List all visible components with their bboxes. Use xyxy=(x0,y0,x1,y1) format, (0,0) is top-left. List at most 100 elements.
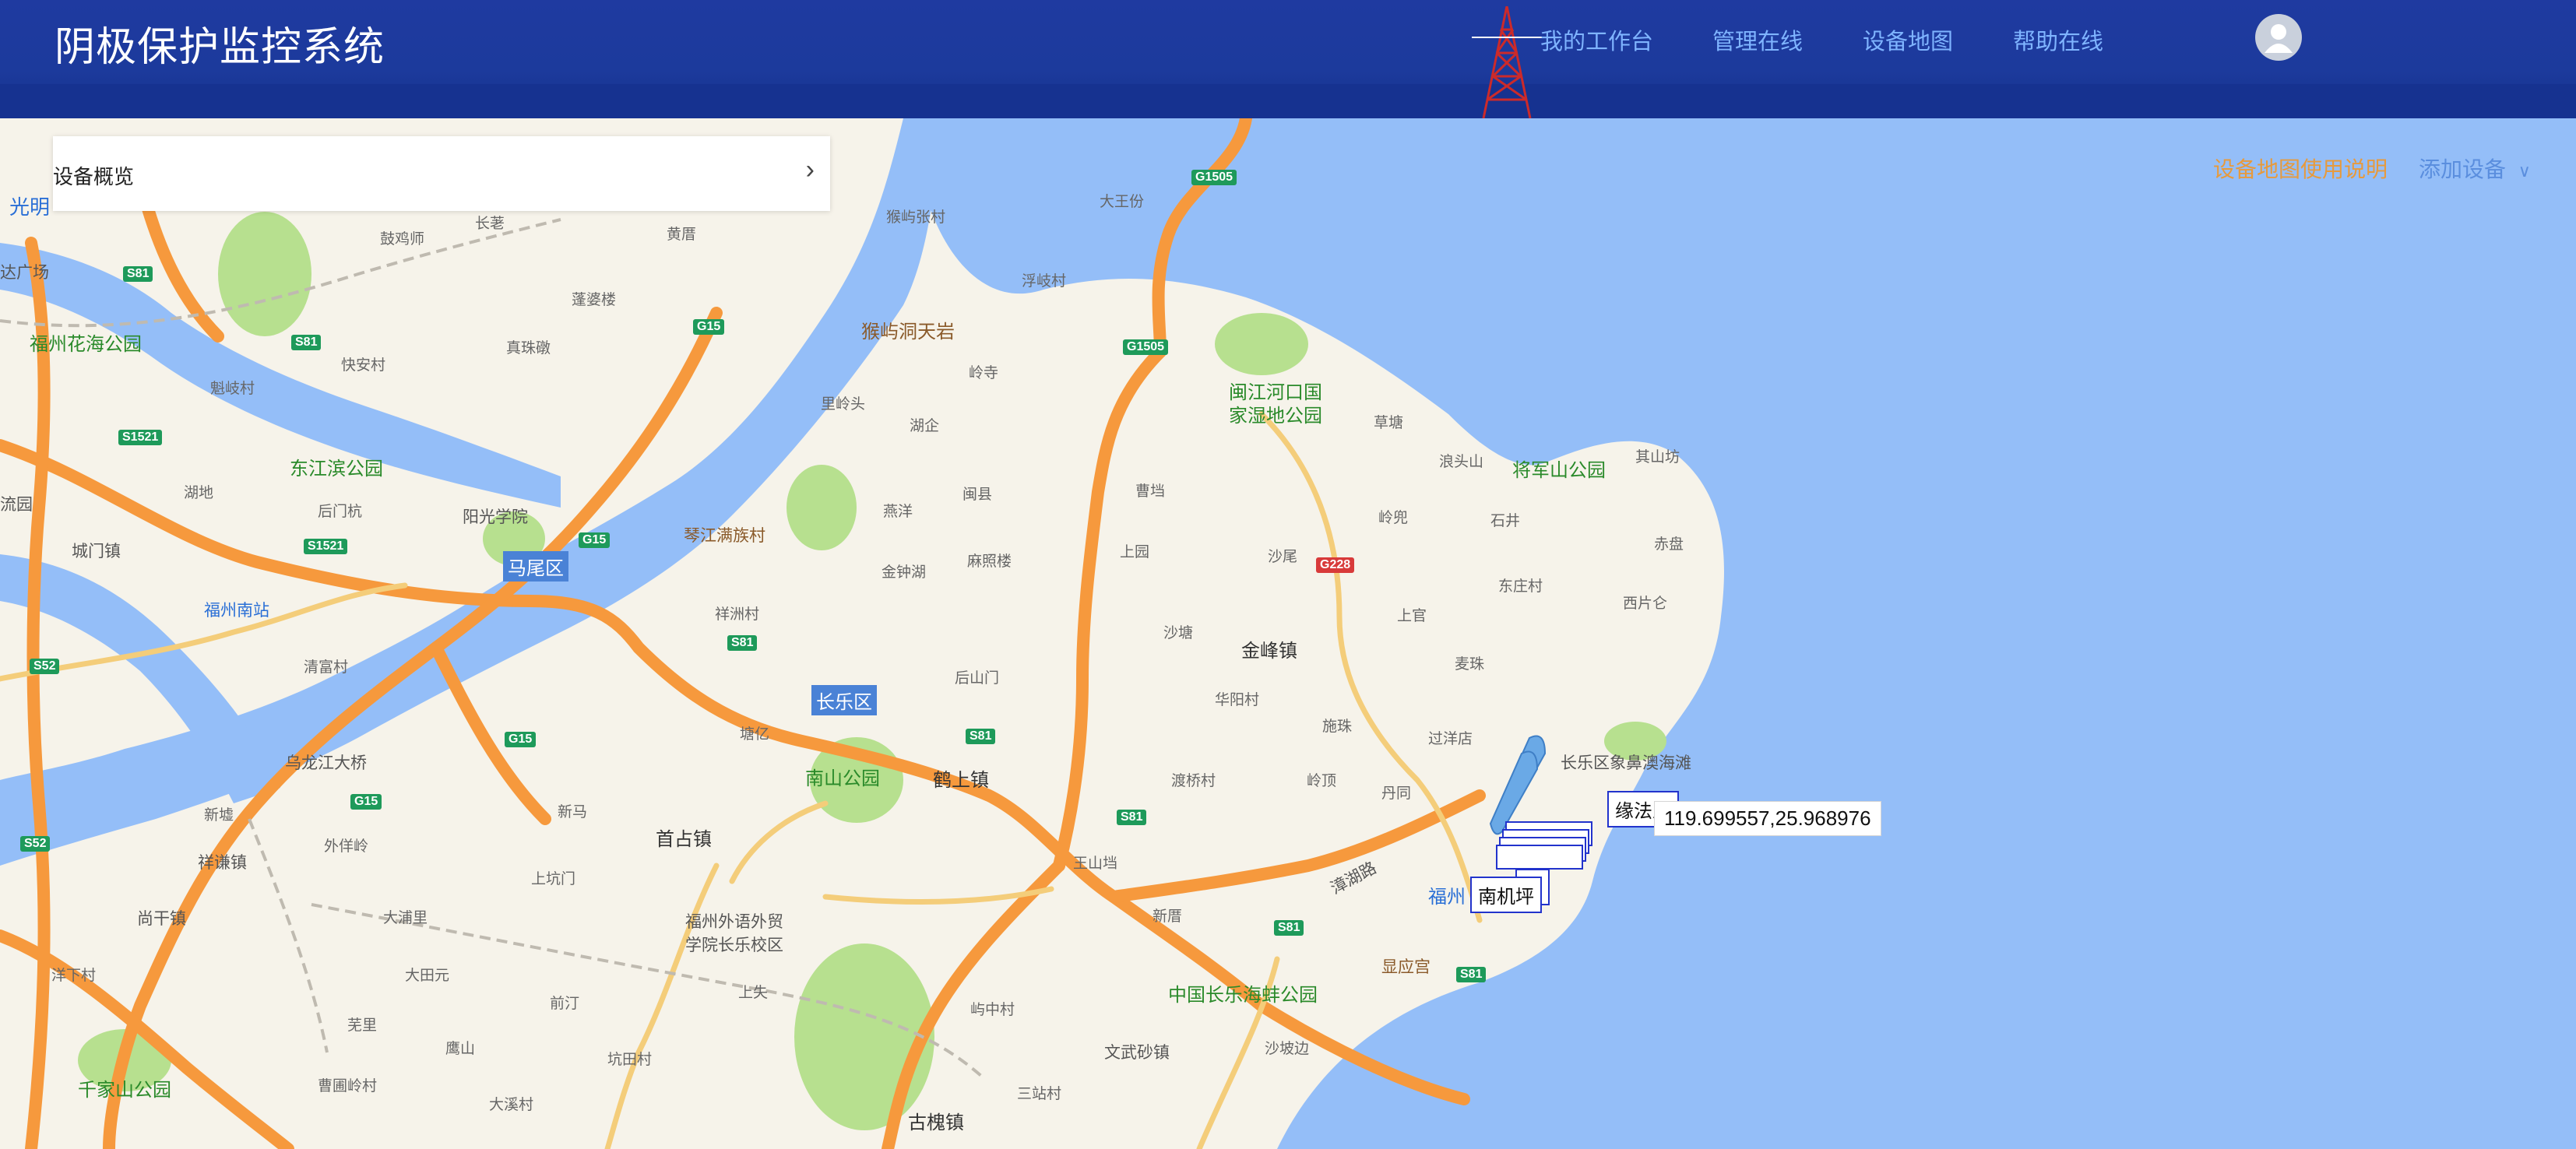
label-houyudong: 猴屿洞天岩 xyxy=(861,322,955,343)
label-shangqiao: 上失 xyxy=(738,985,769,1001)
chevron-down-icon: ∨ xyxy=(2518,161,2531,181)
label-yanzan: 燕洋 xyxy=(883,504,913,520)
label-guoyang: 过洋店 xyxy=(1428,731,1473,747)
label-caotang: 草塘 xyxy=(1374,415,1404,431)
road-badge-s1521: S1521 xyxy=(304,539,348,554)
nav-my-workspace[interactable]: 我的工作台 xyxy=(1540,23,1653,56)
label-shangguan: 上官 xyxy=(1397,608,1427,624)
label-yangguang: 阳光学院 xyxy=(463,508,528,526)
district-changle: 长乐区 xyxy=(811,685,877,715)
label-dongzhuang: 东庄村 xyxy=(1498,578,1543,595)
label-shatang: 沙塘 xyxy=(1163,625,1194,641)
road-badge-g15-north: G15 xyxy=(693,319,725,335)
app-header: 阴极保护监控系统 我的工作台 管理在线 设备地图 帮助在线 xyxy=(0,0,2576,118)
road-badge-g1505: G1505 xyxy=(1123,339,1169,355)
coordinate-readout: 119.699557,25.968976 xyxy=(1654,801,1881,836)
label-yingshan: 鹰山 xyxy=(445,1041,476,1057)
nav-help-online[interactable]: 帮助在线 xyxy=(2013,23,2103,56)
label-jinzhong: 金钟湖 xyxy=(882,564,927,581)
label-kengtian: 坑田村 xyxy=(607,1052,653,1068)
label-fuzhou-partial: 福州 xyxy=(1428,887,1466,908)
label-guangming: 光明 xyxy=(9,195,51,219)
label-wangshan: 王山垱 xyxy=(1073,856,1118,872)
label-xinqu: 新墟 xyxy=(204,807,234,824)
label-yangxiacun: 洋下村 xyxy=(51,968,97,984)
device-overview-label: 设备概览 xyxy=(53,165,135,188)
device-label-nanjiping[interactable]: 南机坪 xyxy=(1470,877,1542,913)
map-usage-guide-link[interactable]: 设备地图使用说明 xyxy=(2213,153,2388,184)
label-qianqian-park: 千家山公园 xyxy=(78,1080,171,1101)
label-dapu: 大浦里 xyxy=(383,910,428,926)
device-overview-panel[interactable]: 设备概览 › xyxy=(53,136,830,211)
add-device-dropdown[interactable]: 添加设备 ∨ xyxy=(2419,153,2531,184)
nav-management-online[interactable]: 管理在线 xyxy=(1712,23,1803,56)
header-band xyxy=(0,84,2576,118)
road-badge-g1505-north: G1505 xyxy=(1191,170,1237,185)
road-badge-s81-end: S81 xyxy=(1456,967,1487,982)
label-wenwu: 文武砂镇 xyxy=(1104,1044,1170,1062)
road-badge-g228: G228 xyxy=(1316,557,1355,573)
road-badge-s52-s: S52 xyxy=(20,836,51,852)
label-changle-beach-park: 中国长乐海蚌公园 xyxy=(1168,985,1318,1006)
label-dawang: 大王份 xyxy=(1100,194,1145,210)
label-minjiang-wetland: 闽江河口国 家湿地公园 xyxy=(1229,382,1322,427)
label-houshan: 后山门 xyxy=(955,670,1000,687)
map-pin-cluster-icon[interactable] xyxy=(1475,722,1607,878)
label-xiangqian: 祥谦镇 xyxy=(198,854,247,872)
label-lingding: 岭顶 xyxy=(1307,773,1337,789)
label-qingfu: 清富村 xyxy=(304,659,349,676)
label-lingdou: 岭兜 xyxy=(1378,510,1409,526)
add-device-label: 添加设备 xyxy=(2419,157,2507,181)
label-caodang: 曹垱 xyxy=(1135,483,1166,500)
device-map[interactable]: G1505 G1505 G15 G15 G15 G15 S81 S81 S81 … xyxy=(0,118,2576,1149)
label-xinma: 新马 xyxy=(558,804,588,820)
label-caotou: 曹圃岭村 xyxy=(318,1078,378,1095)
label-sanzhan: 三站村 xyxy=(1017,1086,1062,1102)
label-langtou: 浪头山 xyxy=(1439,454,1484,470)
label-dongjiang-park: 东江滨公园 xyxy=(290,459,383,480)
road-badge-s81-coast: S81 xyxy=(1274,920,1304,936)
label-qinjiang: 琴江满族村 xyxy=(684,527,765,545)
label-dafang: 达广场 xyxy=(0,264,49,282)
label-huzhi: 湖地 xyxy=(184,485,214,501)
nav-device-map[interactable]: 设备地图 xyxy=(1863,23,1953,56)
label-houyu: 猴屿张村 xyxy=(886,209,946,226)
label-qianting: 前汀 xyxy=(550,996,580,1012)
label-huqi: 湖企 xyxy=(910,418,940,434)
label-huangcuo: 黄厝 xyxy=(667,227,697,243)
label-guhuai: 古槐镇 xyxy=(908,1112,964,1133)
label-datianyuan: 大田元 xyxy=(405,968,450,984)
label-kuaian: 快安村 xyxy=(341,357,386,374)
label-lingsi: 岭寺 xyxy=(969,365,999,381)
road-badge-s81-east: S81 xyxy=(966,729,996,744)
label-fuqi: 浮岐村 xyxy=(1022,273,1067,290)
label-huayang: 华阳村 xyxy=(1215,692,1260,708)
label-huzhong: 屿中村 xyxy=(970,1002,1015,1018)
label-chipan: 赤盘 xyxy=(1654,536,1684,553)
user-avatar-icon[interactable] xyxy=(2255,14,2302,61)
label-gushanqian: 鼓鸡师 xyxy=(380,231,425,248)
label-nanshan-park: 南山公园 xyxy=(805,768,880,789)
label-shougu: 首占镇 xyxy=(656,829,712,850)
label-kuiqi: 魁岐村 xyxy=(210,381,255,397)
road-badge-g15-mid: G15 xyxy=(579,532,611,548)
label-jiangjun-park: 将军山公园 xyxy=(1512,460,1606,481)
label-shangkeng: 上坑门 xyxy=(531,871,576,887)
label-mazhao: 麻照楼 xyxy=(967,553,1012,570)
label-shangqian: 尚干镇 xyxy=(137,910,186,928)
label-chengmen: 城门镇 xyxy=(72,543,121,560)
chevron-right-icon[interactable]: › xyxy=(806,155,815,185)
road-badge-s81-se: S81 xyxy=(1117,810,1147,825)
road-badge-g15-west: G15 xyxy=(350,794,382,810)
label-duqiao: 渡桥村 xyxy=(1171,773,1216,789)
label-changzhu: 长荖 xyxy=(475,216,505,232)
label-daxi: 大溪村 xyxy=(489,1097,534,1113)
label-waiwen: 外佯岭 xyxy=(324,838,369,855)
label-pengpo: 蓬婆楼 xyxy=(572,292,617,308)
label-jinfeng: 金峰镇 xyxy=(1241,641,1297,662)
app-title: 阴极保护监控系统 xyxy=(55,24,385,71)
label-shawei: 沙尾 xyxy=(1268,549,1298,565)
road-badge-s1521-w: S1521 xyxy=(118,430,163,445)
label-xiangzhou: 祥洲村 xyxy=(715,606,760,623)
label-huahai-park: 福州花海公园 xyxy=(30,334,142,355)
